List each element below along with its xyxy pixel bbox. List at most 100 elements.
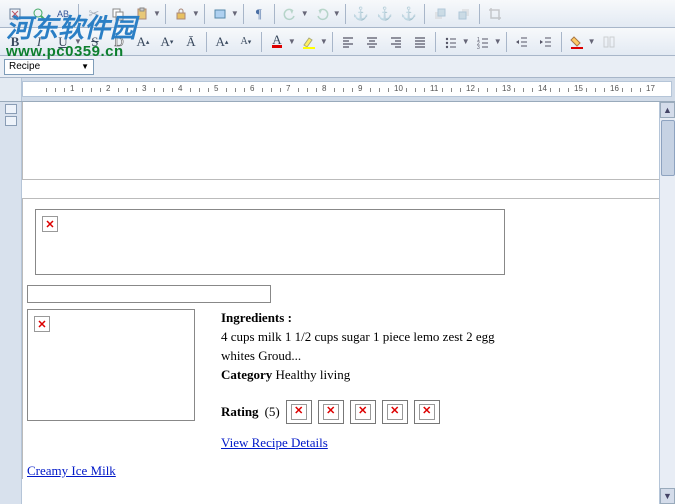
category-value: Healthy living bbox=[276, 367, 351, 382]
scroll-down-icon[interactable]: ▼ bbox=[660, 488, 675, 504]
bullets-icon[interactable] bbox=[440, 31, 462, 53]
separator bbox=[204, 4, 205, 24]
object-dropdown-icon[interactable]: ▼ bbox=[231, 9, 239, 18]
recipe-title-link[interactable]: Creamy Ice Milk bbox=[27, 463, 116, 478]
style-select[interactable]: Recipe ▼ bbox=[4, 59, 94, 75]
bold-button[interactable]: B bbox=[4, 31, 26, 53]
scroll-thumb[interactable] bbox=[661, 120, 675, 176]
indent-decrease-icon[interactable] bbox=[511, 31, 533, 53]
underline-button[interactable]: U bbox=[52, 31, 74, 53]
superscript-button[interactable]: A▴ bbox=[132, 31, 154, 53]
separator bbox=[78, 4, 79, 24]
broken-image-icon: ✕ bbox=[34, 316, 50, 332]
anchor1-icon: ⚓ bbox=[350, 3, 372, 25]
align-left-icon[interactable] bbox=[337, 31, 359, 53]
rating-star: ✕ bbox=[286, 400, 312, 424]
cut-icon: ✂ bbox=[83, 3, 105, 25]
category-label: Category bbox=[221, 367, 272, 382]
svg-text:3: 3 bbox=[477, 45, 480, 49]
rating-label: Rating bbox=[221, 403, 259, 422]
paste-icon[interactable] bbox=[131, 3, 153, 25]
recipe-text: Ingredients : 4 cups milk 1 1/2 cups sug… bbox=[221, 309, 531, 453]
rating-star: ✕ bbox=[382, 400, 408, 424]
numbering-dropdown-icon[interactable]: ▼ bbox=[494, 37, 502, 46]
broken-image-icon: ✕ bbox=[42, 216, 58, 232]
align-justify-icon[interactable] bbox=[409, 31, 431, 53]
ruler-horizontal: 1234567891011121314151617 bbox=[0, 78, 675, 102]
indent-increase-icon[interactable] bbox=[535, 31, 557, 53]
highlight-button[interactable] bbox=[298, 31, 320, 53]
font-color-button[interactable]: A bbox=[266, 31, 288, 53]
rating-star: ✕ bbox=[318, 400, 344, 424]
anchor3-icon: ⚓ bbox=[398, 3, 420, 25]
separator bbox=[506, 32, 507, 52]
chevron-down-icon: ▼ bbox=[81, 62, 89, 71]
anchor2-icon: ⚓ bbox=[374, 3, 396, 25]
bullets-dropdown-icon[interactable]: ▼ bbox=[462, 37, 470, 46]
separator bbox=[345, 4, 346, 24]
separator bbox=[479, 4, 480, 24]
hero-image-placeholder[interactable]: ✕ bbox=[35, 209, 505, 275]
rating-star: ✕ bbox=[414, 400, 440, 424]
highlight-dropdown-icon[interactable]: ▼ bbox=[320, 37, 328, 46]
scroll-up-icon[interactable]: ▲ bbox=[660, 102, 675, 118]
small-placeholder[interactable] bbox=[27, 285, 271, 303]
strike-button[interactable]: S bbox=[84, 31, 106, 53]
separator bbox=[435, 32, 436, 52]
view-details-link[interactable]: View Recipe Details bbox=[221, 434, 328, 453]
fill-color-icon[interactable] bbox=[566, 31, 588, 53]
recipe-image-placeholder[interactable]: ✕ bbox=[27, 309, 195, 421]
align-center-icon[interactable] bbox=[361, 31, 383, 53]
ruler-scale[interactable]: 1234567891011121314151617 bbox=[22, 81, 672, 97]
vmark bbox=[5, 104, 17, 114]
font-color-dropdown-icon[interactable]: ▼ bbox=[288, 37, 296, 46]
toolbar-main: AB ✂ ▼ ▼ ▼ ¶ ▼ ▼ ⚓ ⚓ ⚓ bbox=[0, 0, 675, 28]
numbering-icon[interactable]: 123 bbox=[472, 31, 494, 53]
case-button[interactable]: Ā bbox=[180, 31, 202, 53]
document-area[interactable]: ✕ ✕ Ingredients : 4 cups milk 1 1/2 cups… bbox=[22, 102, 675, 504]
align-right-icon[interactable] bbox=[385, 31, 407, 53]
replace-icon[interactable]: AB bbox=[52, 3, 74, 25]
redo-dropdown-icon: ▼ bbox=[333, 9, 341, 18]
undo-icon bbox=[279, 3, 301, 25]
vertical-scrollbar[interactable]: ▲ ▼ bbox=[659, 102, 675, 504]
outline-button[interactable]: D bbox=[108, 31, 130, 53]
ingredients-text: 4 cups milk 1 1/2 cups sugar 1 piece lem… bbox=[221, 328, 531, 366]
broken-image-icon: ✕ bbox=[323, 404, 339, 420]
font-shrink-icon[interactable]: A▾ bbox=[235, 31, 257, 53]
font-grow-icon[interactable]: A▴ bbox=[211, 31, 233, 53]
broken-image-icon: ✕ bbox=[355, 404, 371, 420]
object-icon[interactable] bbox=[209, 3, 231, 25]
copy-icon[interactable] bbox=[107, 3, 129, 25]
paste-dropdown-icon[interactable]: ▼ bbox=[153, 9, 161, 18]
rating-count: (5) bbox=[265, 403, 280, 422]
underline-dropdown-icon[interactable]: ▼ bbox=[74, 37, 82, 46]
italic-button[interactable]: I bbox=[28, 31, 50, 53]
send-back-icon bbox=[453, 3, 475, 25]
separator bbox=[206, 32, 207, 52]
separator bbox=[274, 4, 275, 24]
fill-dropdown-icon[interactable]: ▼ bbox=[588, 37, 596, 46]
find-icon[interactable] bbox=[28, 3, 50, 25]
columns-icon bbox=[598, 31, 620, 53]
separator bbox=[243, 4, 244, 24]
crop-icon bbox=[484, 3, 506, 25]
permissions-dropdown-icon[interactable]: ▼ bbox=[192, 9, 200, 18]
subscript-button[interactable]: A▾ bbox=[156, 31, 178, 53]
separator bbox=[261, 32, 262, 52]
pilcrow-icon[interactable]: ¶ bbox=[248, 3, 270, 25]
ruler-corner bbox=[0, 78, 22, 101]
undo-dropdown-icon: ▼ bbox=[301, 9, 309, 18]
redo-icon bbox=[311, 3, 333, 25]
bring-front-icon bbox=[429, 3, 451, 25]
toolbar-format: B I U ▼ S D A▴ A▾ Ā A▴ A▾ A ▼ ▼ ▼ 123 ▼ … bbox=[0, 28, 675, 56]
broken-image-icon: ✕ bbox=[387, 404, 403, 420]
separator bbox=[332, 32, 333, 52]
style-bar: Recipe ▼ bbox=[0, 56, 675, 78]
style-value: Recipe bbox=[9, 61, 40, 72]
edit-icon[interactable] bbox=[4, 3, 26, 25]
permissions-icon[interactable] bbox=[170, 3, 192, 25]
page-top-fragment bbox=[22, 102, 661, 180]
ruler-vertical[interactable] bbox=[0, 102, 22, 504]
recipe-section: ✕ ✕ Ingredients : 4 cups milk 1 1/2 cups… bbox=[22, 198, 661, 479]
